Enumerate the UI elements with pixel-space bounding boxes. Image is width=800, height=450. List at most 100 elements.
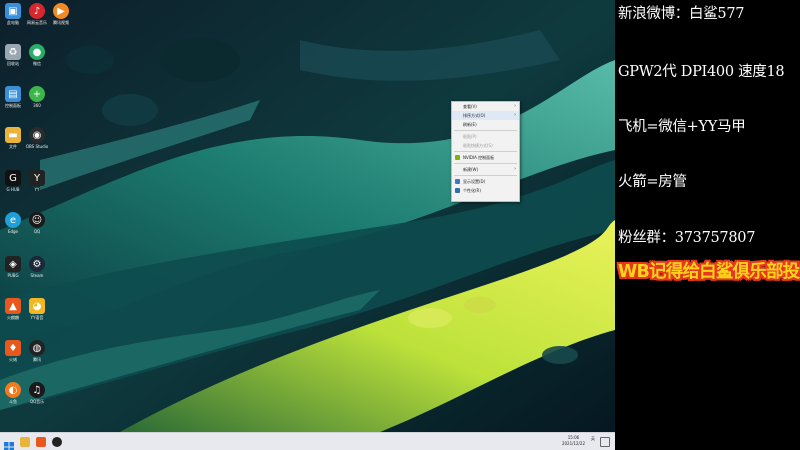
- desktop-icon-label: 回收站: [7, 61, 19, 66]
- taskbar-obs[interactable]: [52, 437, 62, 447]
- windows-icon: [4, 442, 14, 450]
- notification-icon[interactable]: [600, 437, 610, 447]
- qq-music-icon: ♫: [29, 382, 45, 398]
- menu-item-view[interactable]: 查看(V) ›: [452, 102, 519, 111]
- chevron-right-icon: ›: [514, 103, 516, 109]
- desktop-icon-label: Steam: [30, 273, 44, 278]
- video-icon: ▶: [53, 3, 69, 19]
- desktop-icon-tencent[interactable]: ◍ 腾讯: [24, 340, 50, 362]
- desktop-icon-fire[interactable]: ▲ 火麒麟: [0, 298, 26, 320]
- folder-icon: ▬: [5, 127, 21, 143]
- stream-info-overlay: 新浪微博：白鲨577 GPW2代 DPI400 速度18 飞机=微信+YY马甲 …: [615, 0, 800, 450]
- douyu-icon: ◐: [5, 382, 21, 398]
- desktop-icon-video[interactable]: ▶ 腾讯视频: [48, 3, 74, 25]
- desktop-icon-folder[interactable]: ▬ 文件: [0, 127, 26, 149]
- menu-item-label: 粘贴(P): [463, 134, 477, 139]
- taskbar: 英 15:06 2021/12/22: [0, 432, 615, 450]
- desktop-icon-steam[interactable]: ⚙ Steam: [24, 256, 50, 278]
- menu-item-label: 粘贴快捷方式(S): [463, 143, 493, 148]
- desktop-icon-label: QQ音乐: [29, 399, 45, 404]
- system-tray[interactable]: 英: [591, 436, 595, 442]
- menu-item-refresh[interactable]: 刷新(E): [452, 120, 519, 129]
- desktop-icon-label: G HUB: [6, 187, 20, 192]
- taskbar-app-orange[interactable]: [36, 437, 46, 447]
- desktop-icon-label: Edge: [7, 229, 19, 234]
- clock-date: 2021/12/22: [561, 441, 585, 446]
- computer-icon: ▣: [5, 3, 21, 19]
- start-button[interactable]: [4, 437, 14, 450]
- desktop-icon-label: 斗鱼: [9, 399, 17, 404]
- desktop-icon-label: 控制面板: [5, 103, 21, 108]
- fire-icon: ▲: [5, 298, 21, 314]
- tencent-icon: ◍: [29, 340, 45, 356]
- taskbar-clock[interactable]: 15:06 2021/12/22: [562, 435, 585, 447]
- desktop-icon-label: 微信: [33, 61, 41, 66]
- security-icon: +: [29, 86, 45, 102]
- desktop-icon-qq[interactable]: ☺ QQ: [24, 212, 50, 234]
- wechat-icon: ●: [29, 44, 45, 60]
- display-icon: [455, 179, 460, 184]
- menu-item-nvidia-control-panel[interactable]: NVIDIA 控制面板: [452, 153, 519, 162]
- desktop-icon-obs[interactable]: ◉ OBS Studio: [24, 127, 50, 149]
- menu-item-paste-shortcut[interactable]: 粘贴快捷方式(S): [452, 141, 519, 150]
- desktop-icon-control-panel[interactable]: ▤ 控制面板: [0, 86, 26, 108]
- desktop-icon-label: 此电脑: [7, 20, 19, 25]
- game-icon: ◈: [5, 256, 21, 272]
- logitech-icon: G: [5, 170, 21, 186]
- menu-item-label: 刷新(E): [463, 122, 477, 127]
- gear-text: GPW2代 DPI400 速度18: [618, 64, 785, 80]
- desktop-icon-label: YY语音: [30, 315, 44, 320]
- desktop[interactable]: ▣ 此电脑 ♪ 网易云音乐 ▶ 腾讯视频 ♻ 回收站 ● 微信 ▤ 控制面板 +…: [0, 0, 615, 450]
- desktop-icon-label: QQ: [33, 229, 41, 234]
- vote-banner: WB记得给白鲨俱乐部投票: [618, 262, 800, 282]
- desktop-icon-music[interactable]: ♪ 网易云音乐: [24, 3, 50, 25]
- music-icon: ♪: [29, 3, 45, 19]
- input-method-indicator[interactable]: 英: [591, 436, 595, 441]
- menu-item-label: 排序方式(O): [463, 113, 486, 118]
- desktop-icon-douyu[interactable]: ◐ 斗鱼: [0, 382, 26, 404]
- desktop-icon-label: 文件: [9, 144, 17, 149]
- fans-group-text: 粉丝群：373757807: [618, 230, 756, 246]
- menu-item-label: 查看(V): [463, 104, 477, 109]
- desktop-icon-label: YY: [34, 187, 40, 192]
- desktop-icon-huorong[interactable]: ♦ 火绒: [0, 340, 26, 362]
- qq-icon: ☺: [29, 212, 45, 228]
- desktop-icon-label: 腾讯视频: [53, 20, 69, 25]
- desktop-icon-wechat[interactable]: ● 微信: [24, 44, 50, 66]
- menu-item-new[interactable]: 新建(W) ›: [452, 165, 519, 174]
- menu-item-label: NVIDIA 控制面板: [463, 155, 495, 160]
- menu-item-paste[interactable]: 粘贴(P): [452, 132, 519, 141]
- desktop-context-menu: 查看(V) › 排序方式(O) › 刷新(E) 粘贴(P) 粘贴快捷方式(S) NV…: [451, 101, 520, 202]
- desktop-icon-ghub[interactable]: G G HUB: [0, 170, 26, 192]
- desktop-icon-computer[interactable]: ▣ 此电脑: [0, 3, 26, 25]
- wallpaper: [0, 0, 615, 432]
- desktop-icon-qq-music[interactable]: ♫ QQ音乐: [24, 382, 50, 404]
- desktop-icon-360[interactable]: + 360: [24, 86, 50, 108]
- menu-item-display-settings[interactable]: 显示设置(D): [452, 177, 519, 186]
- menu-item-sort-by[interactable]: 排序方式(O) ›: [452, 111, 519, 120]
- yy-voice-icon: ◕: [29, 298, 45, 314]
- desktop-icon-edge[interactable]: e Edge: [0, 212, 26, 234]
- desktop-icon-pubg[interactable]: ◈ PUBG: [0, 256, 26, 278]
- plane-text: 飞机=微信+YY马甲: [618, 119, 746, 135]
- personalize-icon: [455, 188, 460, 193]
- shield-icon: ♦: [5, 340, 21, 356]
- desktop-icon-label: PUBG: [7, 273, 19, 278]
- recycle-bin-icon: ♻: [5, 44, 21, 60]
- chevron-right-icon: ›: [514, 112, 516, 118]
- desktop-icon-label: 网易云音乐: [27, 20, 47, 25]
- desktop-icon-yy-voice[interactable]: ◕ YY语音: [24, 298, 50, 320]
- edge-icon: e: [5, 212, 21, 228]
- control-panel-icon: ▤: [5, 86, 21, 102]
- taskbar-file-explorer[interactable]: [20, 437, 30, 447]
- menu-item-label: 显示设置(D): [463, 179, 486, 184]
- weibo-text: 新浪微博：白鲨577: [618, 6, 745, 22]
- desktop-icon-label: 360: [33, 103, 41, 108]
- desktop-icon-recycle-bin[interactable]: ♻ 回收站: [0, 44, 26, 66]
- nvidia-icon: [455, 155, 460, 160]
- desktop-icon-yy[interactable]: Y YY: [24, 170, 50, 192]
- menu-item-label: 个性化(R): [463, 188, 481, 193]
- menu-separator: [454, 130, 517, 131]
- menu-item-personalize[interactable]: 个性化(R): [452, 186, 519, 195]
- chevron-right-icon: ›: [514, 166, 516, 172]
